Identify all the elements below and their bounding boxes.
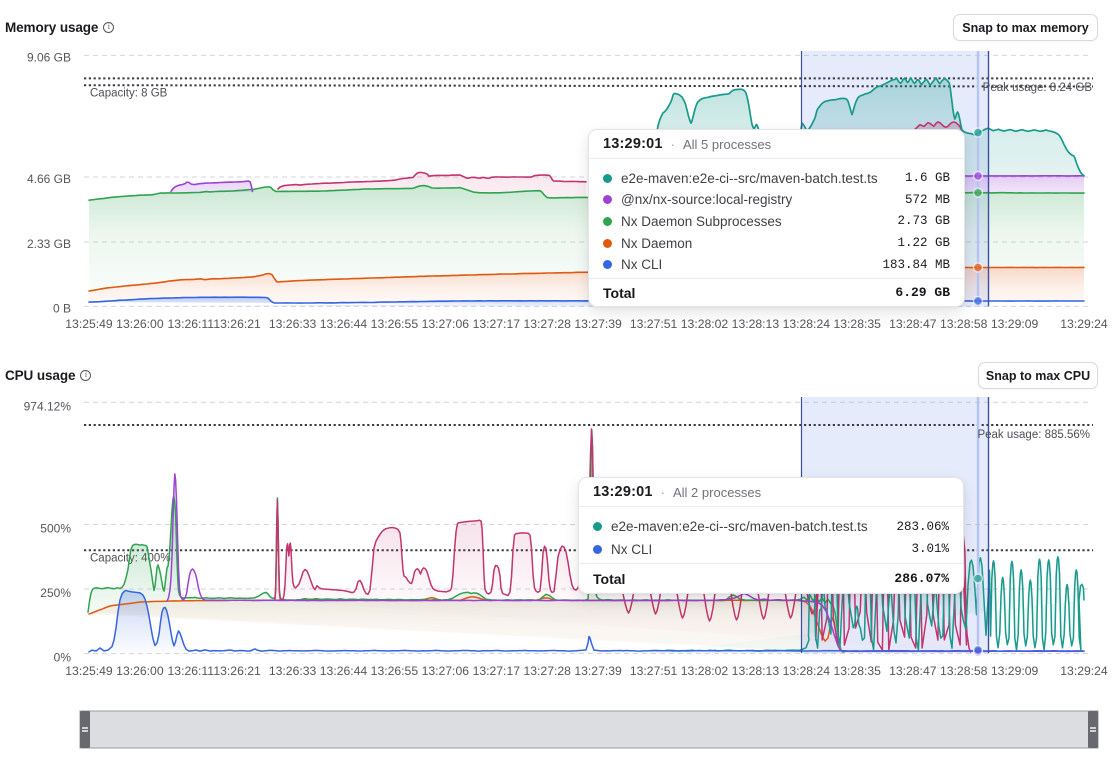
svg-text:Capacity: 8 GB: Capacity: 8 GB bbox=[90, 88, 168, 100]
svg-text:13:28:02: 13:28:02 bbox=[681, 664, 729, 678]
svg-text:4.66 GB: 4.66 GB bbox=[27, 172, 71, 186]
svg-text:13:27:06: 13:27:06 bbox=[422, 664, 470, 678]
svg-text:13:28:47: 13:28:47 bbox=[889, 317, 937, 331]
svg-text:13:28:58: 13:28:58 bbox=[940, 317, 988, 331]
svg-text:13:27:06: 13:27:06 bbox=[422, 317, 470, 331]
svg-text:13:26:44: 13:26:44 bbox=[320, 664, 368, 678]
svg-text:13:28:35: 13:28:35 bbox=[833, 317, 881, 331]
svg-text:13:27:39: 13:27:39 bbox=[574, 317, 622, 331]
svg-text:13:27:51: 13:27:51 bbox=[630, 664, 678, 678]
svg-text:13:26:00: 13:26:00 bbox=[116, 317, 164, 331]
svg-text:13:27:28: 13:27:28 bbox=[523, 664, 571, 678]
svg-text:13:28:47: 13:28:47 bbox=[889, 664, 937, 678]
svg-text:13:26:55: 13:26:55 bbox=[371, 317, 419, 331]
svg-text:13:27:17: 13:27:17 bbox=[473, 664, 521, 678]
svg-text:974.12%: 974.12% bbox=[24, 399, 72, 413]
svg-text:13:26:11: 13:26:11 bbox=[168, 317, 215, 331]
svg-text:13:28:13: 13:28:13 bbox=[732, 317, 780, 331]
svg-text:13:26:21: 13:26:21 bbox=[213, 317, 261, 331]
svg-text:13:29:09: 13:29:09 bbox=[991, 664, 1039, 678]
svg-text:13:28:58: 13:28:58 bbox=[940, 664, 988, 678]
svg-text:13:28:24: 13:28:24 bbox=[783, 664, 831, 678]
svg-text:Peak usage: 8.24 GB: Peak usage: 8.24 GB bbox=[983, 82, 1093, 94]
svg-text:13:25:49: 13:25:49 bbox=[65, 317, 113, 331]
svg-text:13:28:13: 13:28:13 bbox=[732, 664, 780, 678]
svg-text:13:28:02: 13:28:02 bbox=[681, 317, 729, 331]
svg-text:13:26:11: 13:26:11 bbox=[168, 664, 215, 678]
svg-text:13:26:33: 13:26:33 bbox=[269, 317, 317, 331]
svg-text:13:28:35: 13:28:35 bbox=[833, 664, 881, 678]
svg-text:0%: 0% bbox=[54, 651, 72, 665]
svg-text:13:25:49: 13:25:49 bbox=[65, 664, 113, 678]
svg-text:13:26:00: 13:26:00 bbox=[116, 664, 164, 678]
svg-text:13:29:24: 13:29:24 bbox=[1060, 664, 1108, 678]
svg-text:13:26:33: 13:26:33 bbox=[269, 664, 317, 678]
svg-text:13:26:21: 13:26:21 bbox=[213, 664, 261, 678]
svg-text:13:26:55: 13:26:55 bbox=[371, 664, 419, 678]
svg-text:250%: 250% bbox=[40, 586, 71, 600]
svg-text:13:26:44: 13:26:44 bbox=[320, 317, 368, 331]
svg-text:2.33 GB: 2.33 GB bbox=[27, 237, 71, 251]
svg-text:13:29:09: 13:29:09 bbox=[991, 317, 1039, 331]
svg-text:13:27:39: 13:27:39 bbox=[574, 664, 622, 678]
svg-text:13:27:28: 13:27:28 bbox=[523, 317, 571, 331]
svg-text:9.06 GB: 9.06 GB bbox=[27, 50, 71, 64]
svg-text:13:29:24: 13:29:24 bbox=[1060, 317, 1108, 331]
svg-text:13:27:17: 13:27:17 bbox=[473, 317, 521, 331]
svg-text:0 B: 0 B bbox=[53, 301, 71, 315]
svg-text:13:27:51: 13:27:51 bbox=[630, 317, 678, 331]
svg-text:13:28:24: 13:28:24 bbox=[783, 317, 831, 331]
svg-text:500%: 500% bbox=[40, 522, 71, 536]
svg-text:Peak usage: 885.56%: Peak usage: 885.56% bbox=[977, 429, 1090, 441]
